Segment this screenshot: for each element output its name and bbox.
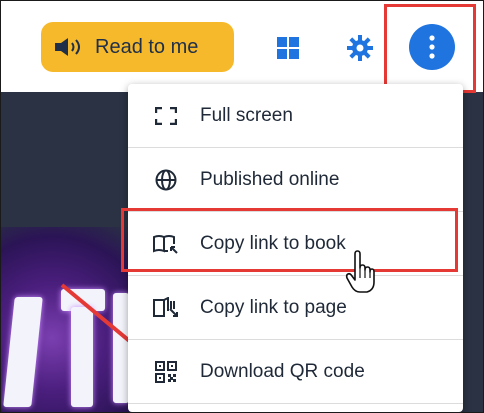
read-to-me-button[interactable]: Read to me — [41, 22, 234, 72]
gear-icon[interactable] — [347, 35, 373, 61]
menu-item-download-qr-code[interactable]: Download QR code — [128, 340, 463, 404]
more-button-highlight — [384, 4, 476, 93]
read-to-me-label: Read to me — [95, 35, 199, 58]
menu-item-full-screen[interactable]: Full screen — [128, 84, 463, 148]
menu-item-published-online[interactable]: Published online — [128, 148, 463, 212]
grid-icon[interactable] — [277, 37, 299, 59]
menu-item-label: Full screen — [200, 105, 293, 126]
menu-item-label: Published online — [200, 169, 340, 190]
globe-icon — [151, 167, 181, 193]
screenshot-frame: Read to me Full screen Published online … — [0, 0, 484, 413]
menu-item-label: Copy link to page — [200, 297, 347, 318]
copy-link-highlight — [121, 208, 458, 272]
menu-divider — [128, 403, 463, 404]
fullscreen-icon — [151, 103, 181, 129]
speaker-icon — [55, 38, 80, 56]
menu-item-label: Download QR code — [200, 361, 365, 382]
menu-item-copy-link-to-page[interactable]: Copy link to page — [128, 276, 463, 340]
page-link-icon — [151, 295, 181, 321]
qr-code-icon — [151, 359, 181, 385]
hand-cursor-icon — [345, 250, 375, 293]
